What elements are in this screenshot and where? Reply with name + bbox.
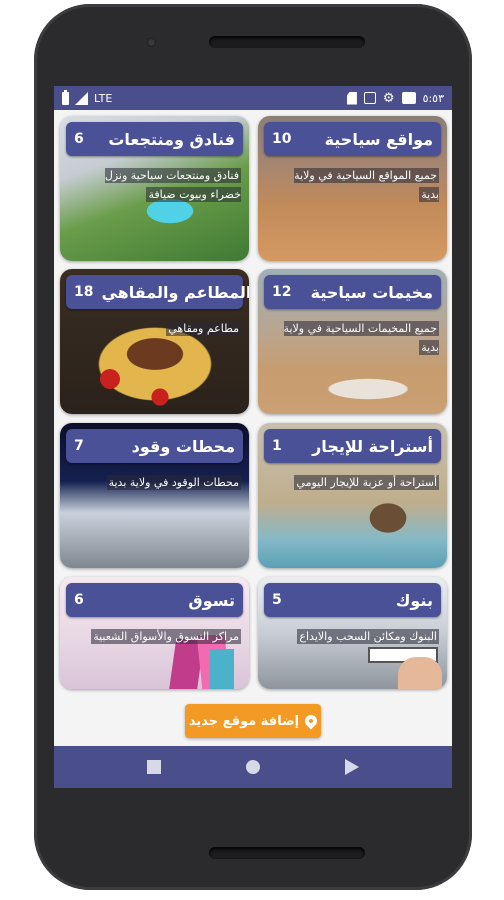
- card-title-bar: 10 مواقع سياحية: [264, 122, 441, 156]
- card-title: مخيمات سياحية: [310, 282, 433, 302]
- card-title-bar: 6 تسوق: [66, 583, 243, 617]
- gear-icon: ⚙: [382, 90, 395, 106]
- sim-icon: [346, 91, 357, 105]
- signal-icon: [75, 91, 88, 105]
- hand-image: [398, 657, 442, 689]
- category-card-restaurants[interactable]: 18 المطاعم والمقاهي مطاعم ومقاهي: [60, 269, 249, 414]
- card-title: محطات وقود: [131, 436, 235, 456]
- notification-icon: [363, 92, 376, 104]
- card-description: فنادق ومنتجعات سياحية ونزل خضراء وبيوت ض…: [104, 168, 241, 202]
- clock: ٥:٥٣: [422, 91, 444, 105]
- category-card-rest-house[interactable]: 1 أستراحة للإيجار أستراحة أو عزبة للإيجا…: [258, 423, 447, 568]
- card-title-bar: 18 المطاعم والمقاهي: [66, 275, 249, 309]
- card-title: المطاعم والمقاهي: [101, 282, 249, 302]
- bottom-speaker: [209, 847, 365, 859]
- back-button[interactable]: [345, 759, 360, 775]
- recents-button[interactable]: [146, 760, 161, 774]
- category-grid: 10 مواقع سياحية جميع المواقع السياحية في…: [54, 110, 452, 710]
- home-button[interactable]: [245, 760, 260, 774]
- category-card-shopping[interactable]: 6 تسوق مراكز التسوق والأسواق الشعبية: [60, 577, 249, 689]
- card-count: 5: [272, 592, 282, 608]
- card-description: أستراحة أو عزبة للإيجار اليومي: [294, 475, 439, 490]
- play-store-icon: [401, 92, 416, 104]
- category-card-hotels[interactable]: 6 فنادق ومنتجعات فنادق ومنتجعات سياحية و…: [60, 116, 249, 261]
- battery-icon: [62, 89, 69, 105]
- category-card-fuel-stations[interactable]: 7 محطات وقود محطات الوقود في ولاية بدية: [60, 423, 249, 568]
- card-title: فنادق ومنتجعات: [108, 129, 235, 149]
- card-description: البنوك ومكائن السحب والايداع: [297, 629, 439, 644]
- card-description: جميع المخيمات السياحية في ولاية بدية: [283, 321, 439, 355]
- card-title: أستراحة للإيجار: [312, 436, 433, 456]
- category-card-camps[interactable]: 12 مخيمات سياحية جميع المخيمات السياحية …: [258, 269, 447, 414]
- earpiece-speaker: [209, 36, 365, 48]
- card-title: مواقع سياحية: [324, 129, 433, 149]
- card-title: تسوق: [188, 590, 235, 610]
- card-description: محطات الوقود في ولاية بدية: [106, 475, 241, 490]
- card-description: مطاعم ومقاهي: [166, 321, 241, 336]
- card-title-bar: 6 فنادق ومنتجعات: [66, 122, 243, 156]
- front-camera: [147, 38, 156, 47]
- card-title: بنوك: [395, 590, 433, 610]
- card-count: 1: [272, 438, 282, 454]
- bag-shape: [210, 649, 234, 689]
- add-location-button[interactable]: إضافة موقع جديد: [185, 704, 321, 738]
- card-count: 10: [272, 131, 292, 147]
- card-title-bar: 7 محطات وقود: [66, 429, 243, 463]
- network-type: LTE: [94, 91, 113, 105]
- card-count: 6: [74, 131, 84, 147]
- card-count: 12: [272, 284, 292, 300]
- card-description: مراكز التسوق والأسواق الشعبية: [91, 629, 241, 644]
- app-screen: LTE ⚙ ٥:٥٣ 10 مواقع سياحية جميع المواقع …: [54, 86, 452, 788]
- card-title-bar: 1 أستراحة للإيجار: [264, 429, 441, 463]
- add-location-label: إضافة موقع جديد: [188, 713, 300, 729]
- category-card-banks[interactable]: 5 بنوك البنوك ومكائن السحب والايداع: [258, 577, 447, 689]
- card-count: 6: [74, 592, 84, 608]
- card-count: 7: [74, 438, 84, 454]
- category-card-tourist-sites[interactable]: 10 مواقع سياحية جميع المواقع السياحية في…: [258, 116, 447, 261]
- card-description: جميع المواقع السياحية في ولاية بدية: [294, 168, 439, 202]
- map-pin-icon: [302, 712, 320, 730]
- android-nav-bar: [54, 746, 452, 788]
- card-count: 18: [74, 284, 94, 300]
- card-title-bar: 12 مخيمات سياحية: [264, 275, 441, 309]
- card-title-bar: 5 بنوك: [264, 583, 441, 617]
- status-bar: LTE ⚙ ٥:٥٣: [54, 86, 452, 110]
